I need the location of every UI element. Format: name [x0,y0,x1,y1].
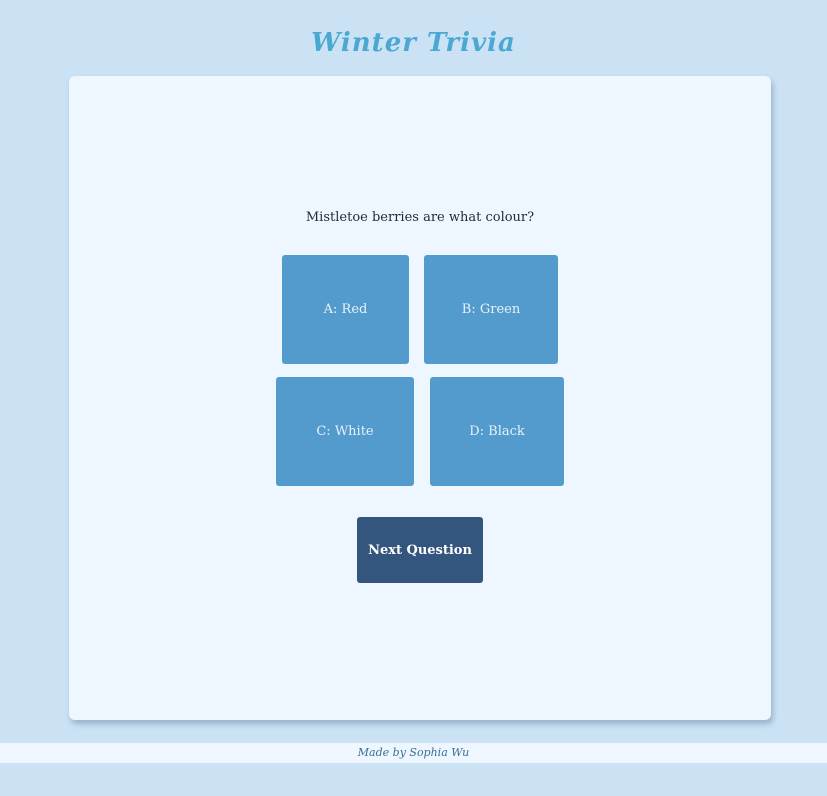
answer-d-label: D: Black [469,424,525,439]
next-question-label: Next Question [368,542,472,558]
answer-a-label: A: Red [323,302,368,317]
footer-credit: Made by Sophia Wu [0,743,827,763]
answer-b-button[interactable]: B: Green [424,255,558,364]
app-title: Winter Trivia [311,28,516,58]
answer-c-button[interactable]: C: White [276,377,414,486]
next-question-button[interactable]: Next Question [357,517,483,583]
quiz-card: Mistletoe berries are what colour? A: Re… [69,76,771,720]
question-text: Mistletoe berries are what colour? [305,210,535,225]
answer-a-button[interactable]: A: Red [282,255,409,364]
answer-d-button[interactable]: D: Black [430,377,564,486]
answer-c-label: C: White [316,424,374,439]
answer-b-label: B: Green [461,302,521,317]
